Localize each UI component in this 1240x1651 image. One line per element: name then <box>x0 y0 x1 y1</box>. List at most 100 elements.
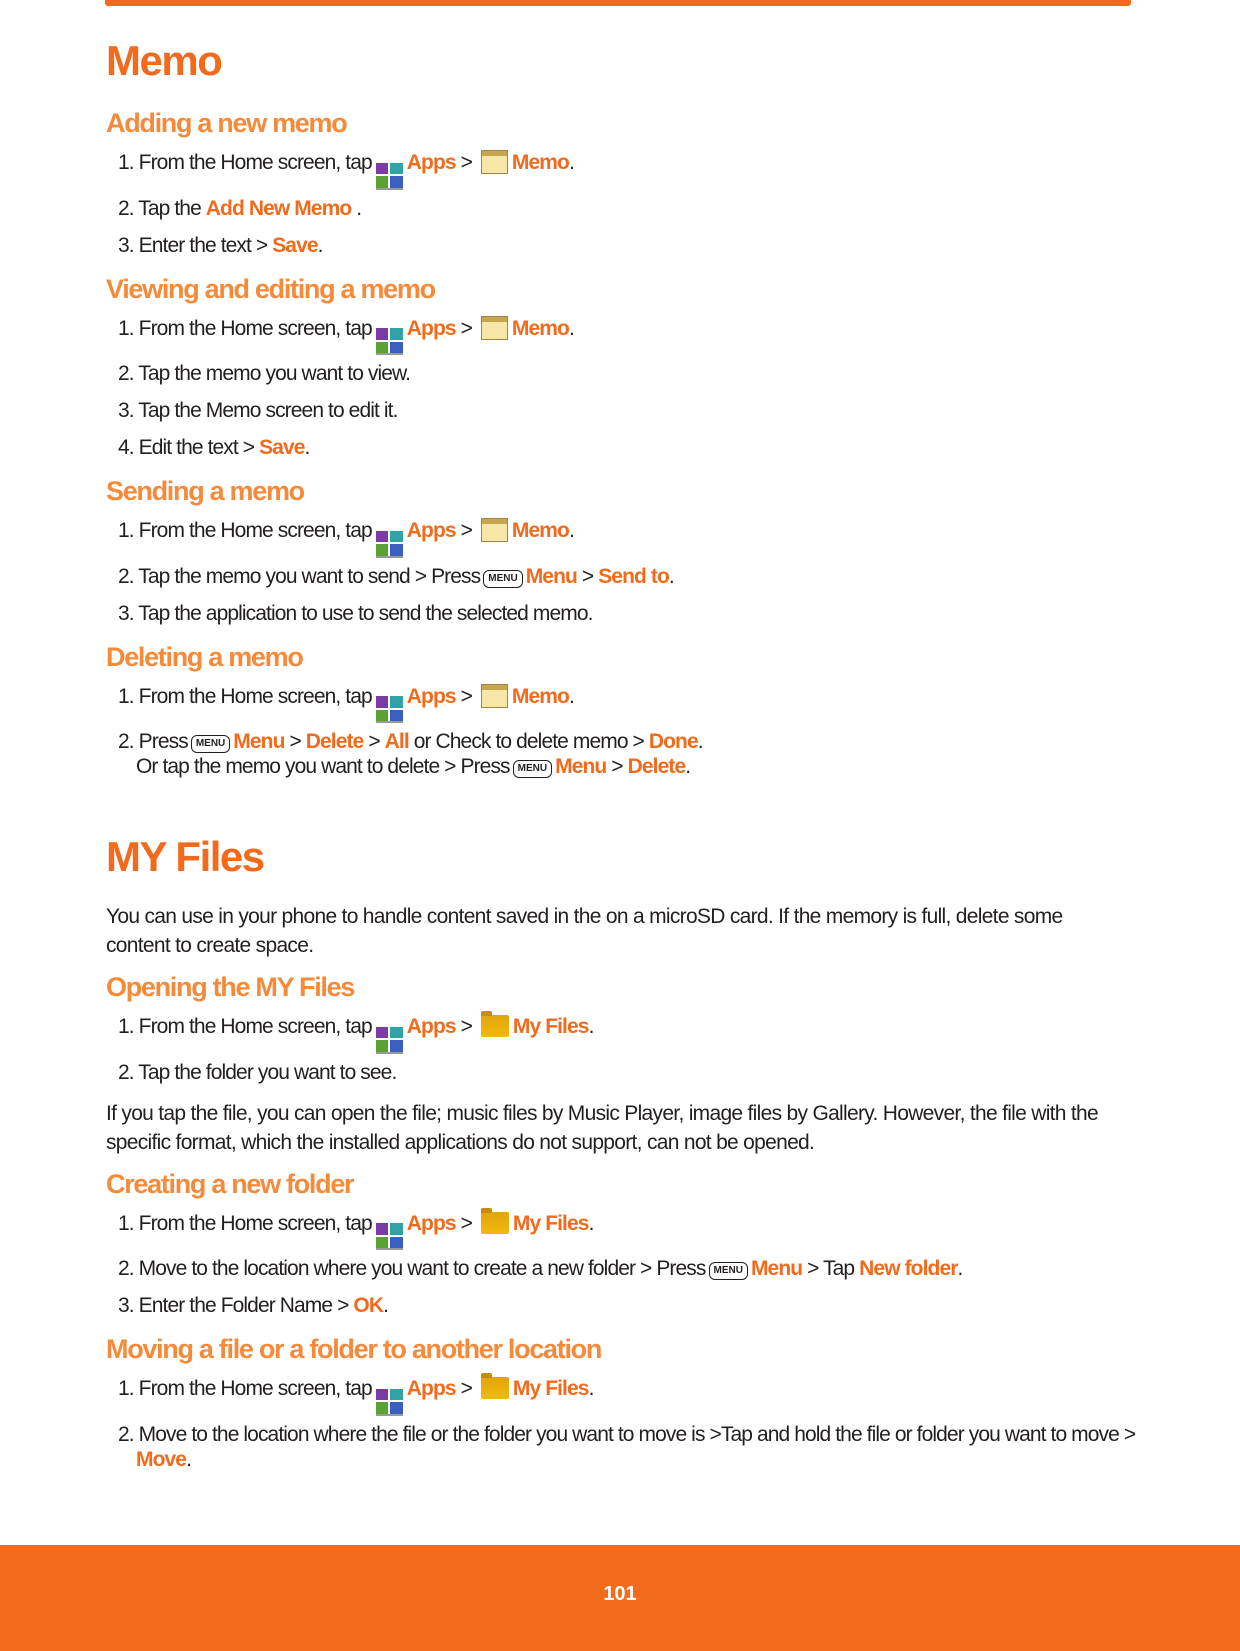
list-step: 2. Press MENU Menu > Delete > All or Check… <box>106 723 1126 780</box>
highlight-term: OK <box>353 1294 384 1317</box>
highlight-term: Apps <box>406 519 457 542</box>
step-text: 2. Tap the memo you want to send > Press <box>118 564 481 588</box>
folder-icon <box>480 1207 509 1234</box>
subsection-heading: Moving a file or a folder to another loc… <box>106 1334 602 1364</box>
subsection-heading: Viewing and editing a memo <box>106 273 436 304</box>
list-step: 1. From the Home screen, tap Apps > Memo. <box>106 512 1126 558</box>
step-text: 1. From the Home screen, tap <box>118 1377 373 1400</box>
highlight-term: Apps <box>406 684 457 708</box>
step-text: . <box>317 233 324 257</box>
subsection-heading: Creating a new folder <box>106 1168 355 1199</box>
folder-icon <box>480 1011 509 1037</box>
highlight-term: Apps <box>406 151 457 174</box>
top-accent-bar <box>105 0 1131 6</box>
list-step: 3. Enter the Folder Name > OK. <box>106 1287 1126 1324</box>
memo-icon <box>480 315 508 340</box>
step-text: > <box>455 519 477 542</box>
list-step: 1. From the Home screen, tap Apps > Memo. <box>106 144 1126 190</box>
step-text: Or tap the memo you want to delete > Pre… <box>136 755 511 778</box>
list-step: 2. Tap the memo you want to view. <box>106 355 1126 392</box>
highlight-term: Apps <box>406 316 457 340</box>
step-text: > <box>455 316 477 340</box>
highlight-term: Menu <box>750 1257 803 1280</box>
list-step: 1. From the Home screen, tap Apps > My Fi… <box>106 1008 1126 1054</box>
apps-icon <box>375 328 403 355</box>
step-text: > <box>455 1377 477 1400</box>
list-step: 2. Tap the Add New Memo . <box>106 190 1126 227</box>
highlight-term: Apps <box>406 1015 457 1038</box>
step-text: 2. Tap the <box>118 196 206 220</box>
step-text: > <box>576 564 599 588</box>
apps-icon <box>375 530 403 558</box>
highlight-term: Apps <box>406 1377 457 1400</box>
page-footer: 101 <box>0 1545 1240 1651</box>
page-number: 101 <box>603 1583 637 1605</box>
list-step: 2. Tap the memo you want to send > Press… <box>106 558 1126 595</box>
step-text: 3. Enter the Folder Name > <box>118 1294 354 1317</box>
menu-key-icon: MENU <box>708 1262 748 1280</box>
step-text: > <box>284 730 306 753</box>
paragraph: If you tap the file, you can open the fi… <box>106 1101 1099 1154</box>
highlight-term: Memo <box>511 151 570 174</box>
step-text: 4. Edit the text > <box>118 436 260 459</box>
list-step: 2. Move to the location where the file o… <box>106 1416 1136 1473</box>
step-text: 3. Tap the application to use to send th… <box>118 601 593 625</box>
list-step: 4. Edit the text > Save. <box>106 429 1126 466</box>
step-text: . <box>304 436 311 459</box>
highlight-term: Memo <box>511 316 570 340</box>
subsection-heading: Adding a new memo <box>106 108 348 138</box>
step-text: . <box>351 196 362 220</box>
step-text: 3. Enter the text > <box>118 233 273 257</box>
highlight-term: Menu <box>233 730 285 753</box>
highlight-term: Delete <box>305 730 365 753</box>
step-text: > <box>455 1211 477 1235</box>
step-text: . <box>685 755 691 778</box>
memo-icon <box>480 683 508 708</box>
highlight-term: Done <box>648 730 699 753</box>
memo-icon <box>480 150 508 174</box>
highlight-term: Save <box>272 233 318 257</box>
highlight-term: Menu <box>555 755 607 778</box>
highlight-term: Memo <box>511 684 570 708</box>
menu-key-icon: MENU <box>512 760 553 778</box>
document-content: Memo Adding a new memo 1. From the Home sc… <box>106 36 1136 1473</box>
step-text: . <box>568 684 575 708</box>
step-text: 2. Tap the folder you want to see. <box>118 1060 397 1084</box>
step-text: 1. From the Home screen, tap <box>118 1015 373 1038</box>
highlight-term: My Files <box>512 1211 590 1235</box>
step-text: . <box>588 1015 595 1038</box>
apps-icon <box>375 696 403 723</box>
step-text: . <box>383 1294 389 1317</box>
step-text: 2. Move to the location where you want t… <box>118 1257 706 1280</box>
subsection-heading: Sending a memo <box>106 476 305 506</box>
step-text: . <box>957 1257 964 1280</box>
highlight-term: Apps <box>406 1211 457 1235</box>
list-step: 1. From the Home screen, tap Apps > My Fi… <box>106 1370 1126 1416</box>
step-text: 1. From the Home screen, tap <box>118 684 373 708</box>
step-text: . <box>186 1447 192 1471</box>
menu-key-icon: MENU <box>190 735 231 753</box>
step-text: > <box>363 730 385 753</box>
step-text: 1. From the Home screen, tap <box>118 519 373 542</box>
step-text: > <box>455 684 477 708</box>
step-continuation: Move. <box>118 1447 1126 1473</box>
step-text: 2. Move to the location where the file o… <box>118 1422 1136 1446</box>
highlight-term: Move <box>136 1447 187 1471</box>
list-step: 3. Tap the Memo screen to edit it. <box>106 392 1126 429</box>
list-step: 3. Enter the text > Save. <box>106 227 1126 264</box>
step-text: > Tap <box>802 1257 860 1280</box>
step-text: . <box>568 151 575 174</box>
subsection-heading: Deleting a memo <box>106 641 304 672</box>
step-text: 1. From the Home screen, tap <box>118 1211 373 1235</box>
list-step: 1. From the Home screen, tap Apps > Memo. <box>106 310 1126 355</box>
highlight-term: All <box>384 730 410 753</box>
highlight-term: My Files <box>512 1015 590 1038</box>
highlight-term: Save <box>259 436 305 459</box>
step-text: > <box>606 755 628 778</box>
step-text: > <box>455 1015 477 1038</box>
section-title: Memo <box>106 37 223 84</box>
memo-icon <box>480 518 508 542</box>
subsection-heading: Opening the MY Files <box>106 972 355 1002</box>
apps-icon <box>375 1388 403 1416</box>
highlight-term: Menu <box>525 564 578 588</box>
